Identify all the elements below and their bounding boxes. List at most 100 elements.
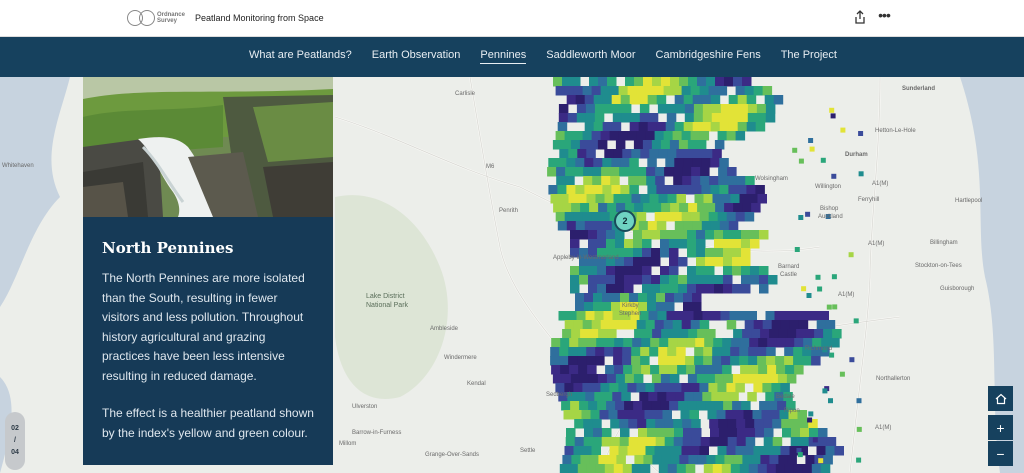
raster-cell <box>690 320 701 330</box>
raster-cell <box>740 365 750 375</box>
zoom-out-button[interactable]: − <box>988 441 1013 466</box>
raster-cell <box>674 293 684 303</box>
raster-cell <box>557 122 568 132</box>
raster-cell <box>701 158 711 168</box>
map-label-sunderland: Sunderland <box>902 86 936 92</box>
raster-cell <box>660 266 670 276</box>
raster-cell <box>640 464 651 473</box>
raster-cell <box>654 446 664 456</box>
raster-cell <box>714 257 724 267</box>
raster-cell <box>669 266 679 276</box>
raster-cell <box>820 464 831 473</box>
raster-cell <box>735 131 746 141</box>
raster-cell <box>757 356 767 366</box>
raster-cell <box>718 419 728 429</box>
nav-item-cambridgeshire-fens[interactable]: Cambridgeshire Fens <box>656 49 761 64</box>
raster-cell <box>645 320 656 330</box>
raster-cell <box>743 410 753 420</box>
raster-cell <box>791 428 801 438</box>
raster-cell <box>786 374 797 384</box>
raster-cell <box>705 275 715 285</box>
raster-cell <box>737 185 747 195</box>
raster-cell <box>609 320 620 330</box>
raster-cell <box>652 77 662 87</box>
raster-cell <box>624 374 635 384</box>
nav-item-what-are-peatlands[interactable]: What are Peatlands? <box>249 49 352 64</box>
raster-cell <box>712 194 722 204</box>
raster-cell <box>567 113 578 123</box>
raster-cell <box>663 320 674 330</box>
more-options-icon[interactable]: ••• <box>876 8 892 24</box>
raster-cell <box>690 212 701 222</box>
raster-cell <box>644 410 654 420</box>
raster-cell <box>624 266 634 276</box>
raster-cell <box>634 455 644 465</box>
raster-cell <box>674 158 684 168</box>
raster-cell <box>687 374 698 384</box>
raster-cell <box>655 176 665 186</box>
map-label-billingham: Billingham <box>930 240 958 246</box>
raster-cell <box>565 176 575 186</box>
raster-cell <box>551 365 561 375</box>
raster-cell <box>604 464 615 473</box>
raster-cell <box>696 248 706 258</box>
raster-cell <box>713 365 723 375</box>
raster-cell <box>759 266 769 276</box>
raster-cell <box>820 157 826 163</box>
raster-cell <box>642 239 652 249</box>
raster-cell <box>661 77 671 87</box>
raster-cell <box>651 230 661 240</box>
raster-cell <box>570 284 580 294</box>
raster-cell <box>673 176 683 186</box>
raster-cell <box>728 185 738 195</box>
raster-cell <box>832 304 838 310</box>
raster-cell <box>705 257 715 267</box>
raster-cell <box>746 185 756 195</box>
raster-cell <box>784 464 795 473</box>
raster-cell <box>706 203 716 213</box>
nav-item-pennines[interactable]: Pennines <box>480 49 527 64</box>
raster-cell <box>687 266 697 276</box>
slide-pager[interactable]: 02 / 04 <box>5 412 25 470</box>
raster-cell <box>622 464 633 473</box>
pager-current: 02 <box>11 425 19 432</box>
nav-item-earth-observation[interactable]: Earth Observation <box>372 49 461 64</box>
raster-cell <box>778 329 788 339</box>
raster-cell <box>831 173 837 179</box>
raster-cell <box>557 185 567 195</box>
home-button[interactable] <box>988 386 1013 411</box>
raster-cell <box>744 320 755 330</box>
map-marker-2[interactable]: 2 <box>614 210 636 232</box>
raster-cell <box>606 230 616 240</box>
raster-cell <box>765 104 776 114</box>
raster-cell <box>757 347 767 357</box>
raster-cell <box>585 104 596 114</box>
raster-cell <box>711 311 721 321</box>
raster-cell <box>561 140 572 150</box>
raster-cell <box>758 365 768 375</box>
raster-cell <box>727 419 737 429</box>
raster-cell <box>607 329 617 339</box>
raster-cell <box>597 401 607 411</box>
raster-cell <box>690 131 701 141</box>
raster-cell <box>806 293 812 298</box>
nav-item-the-project[interactable]: The Project <box>781 49 837 64</box>
raster-cell <box>591 446 601 456</box>
raster-cell <box>711 104 722 114</box>
nav-item-saddleworth-moor[interactable]: Saddleworth Moor <box>546 49 635 64</box>
raster-cell <box>605 338 615 348</box>
raster-cell <box>656 221 667 231</box>
raster-cell <box>695 365 705 375</box>
raster-cell <box>710 122 721 132</box>
raster-cell <box>575 95 586 105</box>
raster-cell <box>692 428 702 438</box>
raster-cell <box>584 293 594 303</box>
raster-cell <box>648 392 658 402</box>
raster-cell <box>674 95 685 105</box>
raster-cell <box>794 365 804 375</box>
raster-cell <box>555 212 566 222</box>
zoom-in-button[interactable]: + <box>988 415 1013 440</box>
share-icon[interactable] <box>854 10 866 24</box>
raster-cell <box>759 401 769 411</box>
raster-cell <box>647 185 657 195</box>
